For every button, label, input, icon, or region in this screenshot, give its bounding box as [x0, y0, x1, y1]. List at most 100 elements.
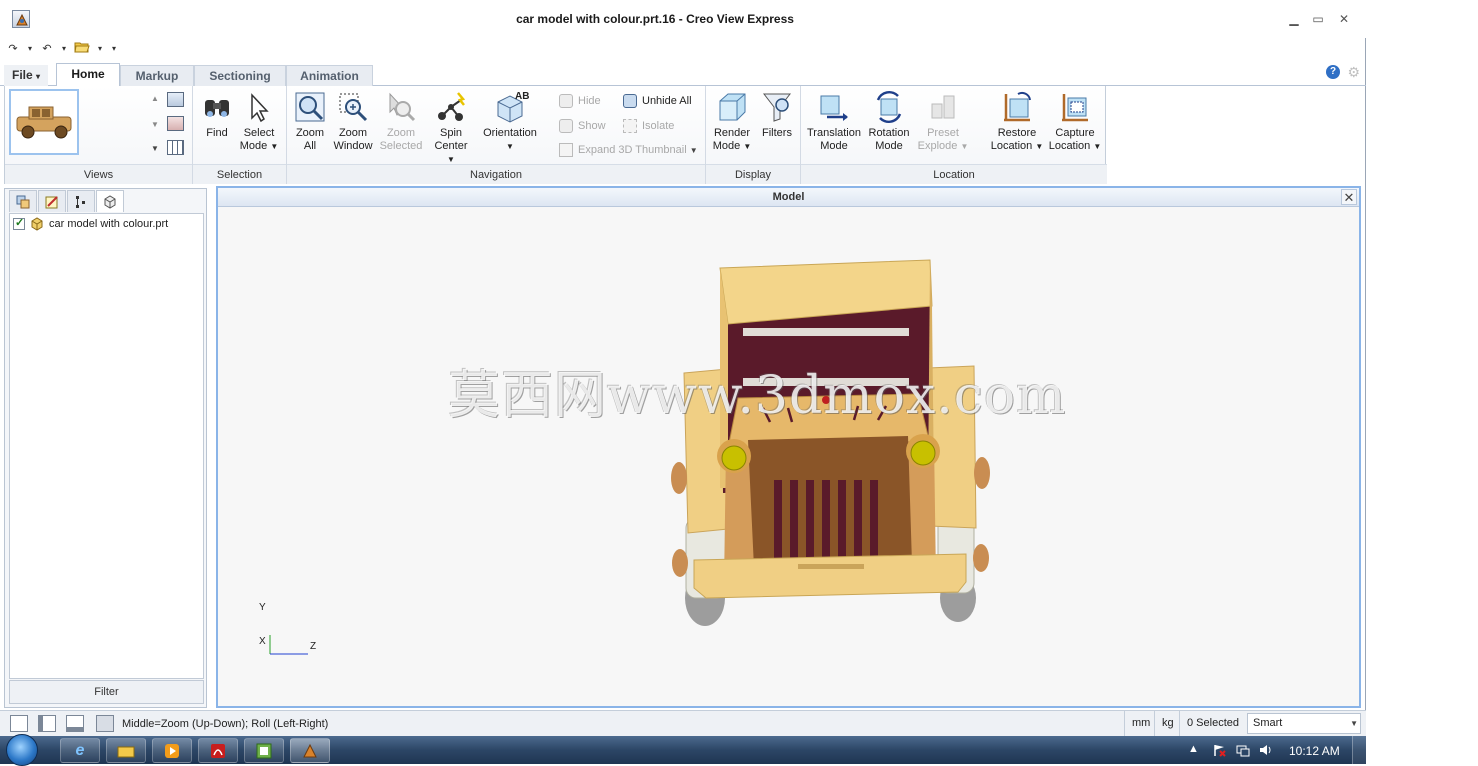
axis-label-y: Y [259, 602, 266, 613]
thumbnail-icon [559, 143, 573, 158]
group-navigation: Zoom All Zoom Window Zoom Selected Spin Cent… [287, 86, 706, 184]
preset-explode-icon [931, 95, 955, 119]
group-views: ▲ ▼ ▼ Views [5, 86, 193, 184]
view-list-icon[interactable] [167, 92, 184, 107]
minimize-button[interactable]: ▁ [1285, 11, 1303, 27]
tab-hierarchy-icon[interactable] [67, 190, 95, 212]
unhide-all-button[interactable]: Unhide All [623, 94, 692, 109]
restore-location-button[interactable]: Restore Location ▼ [987, 90, 1047, 153]
undo-dropdown-icon[interactable]: ▾ [60, 44, 68, 53]
windows-taskbar: e ▲ 10:12 AM [0, 734, 1366, 766]
layout-fullscreen-icon[interactable] [96, 715, 114, 732]
views-scroll-up-icon[interactable]: ▲ [151, 94, 159, 103]
tab-markup[interactable]: Markup [120, 65, 194, 86]
orientation-button[interactable]: AB Orientation ▼ [481, 90, 539, 153]
help-icon[interactable]: ? [1326, 65, 1340, 79]
title-bar: car model with colour.prt.16 - Creo View… [0, 0, 1366, 38]
tree-item[interactable]: car model with colour.prt [13, 216, 168, 231]
zoom-selected-button[interactable]: Zoom Selected [379, 90, 423, 153]
capture-location-button[interactable]: Capture Location ▼ [1047, 90, 1103, 153]
app-window: car model with colour.prt.16 - Creo View… [0, 0, 1366, 766]
views-expand-icon[interactable]: ▼ [151, 144, 159, 153]
tab-home[interactable]: Home [56, 63, 120, 86]
start-button[interactable] [6, 734, 38, 766]
tab-animation[interactable]: Animation [286, 65, 373, 86]
filters-button[interactable]: Filters [758, 90, 796, 140]
taskbar-media-player-icon[interactable] [152, 738, 192, 763]
layout-single-icon[interactable] [10, 715, 28, 732]
hide-button[interactable]: Hide [559, 94, 601, 109]
tray-action-center-icon[interactable] [1212, 743, 1226, 760]
isolate-button[interactable]: Isolate [623, 119, 674, 134]
car-3d-model[interactable] [218, 208, 1359, 706]
tray-expand-icon[interactable]: ▲ [1188, 743, 1199, 755]
viewport-close-button[interactable]: ✕ [1341, 189, 1357, 205]
taskbar-creo-view-icon[interactable] [290, 738, 330, 763]
views-scroll-down-icon[interactable]: ▼ [151, 120, 159, 129]
layout-bottom-panel-icon[interactable] [66, 715, 84, 732]
zoom-all-icon [295, 92, 325, 122]
rotation-mode-icon [876, 90, 902, 124]
taskbar-app-icon[interactable] [244, 738, 284, 763]
unit-length: mm [1124, 711, 1154, 736]
tray-network-icon[interactable] [1236, 743, 1250, 760]
group-location: Translation Mode Rotation Mode Preset Explo… [801, 86, 1107, 184]
preset-explode-button[interactable]: Preset Explode ▼ [915, 90, 971, 153]
view-thumbnail[interactable] [9, 89, 79, 155]
find-label: Find [206, 127, 228, 139]
taskbar-explorer-icon[interactable] [106, 738, 146, 763]
view-grid-icon[interactable] [167, 140, 184, 155]
taskbar-ie-icon[interactable]: e [60, 738, 100, 763]
rotation-mode-button[interactable]: Rotation Mode [865, 90, 913, 153]
ribbon-tabs: File ▾ Home Markup Sectioning Animation … [0, 62, 1366, 86]
spin-center-button[interactable]: Spin Center ▼ [431, 90, 471, 166]
open-folder-icon[interactable] [74, 40, 90, 57]
model-viewport[interactable]: Model ✕ 莫西网www.3dmox.com Y X Z [216, 186, 1361, 708]
tab-file[interactable]: File ▾ [4, 65, 48, 86]
chevron-down-icon: ▼ [743, 142, 752, 151]
show-icon [559, 119, 573, 134]
maximize-button[interactable]: ▭ [1309, 11, 1327, 27]
hide-icon [559, 94, 573, 109]
group-label-location: Location [801, 164, 1107, 184]
tree-item-checkbox[interactable] [13, 216, 25, 230]
axis-label-x: X [259, 636, 266, 647]
show-button[interactable]: Show [559, 119, 606, 134]
open-dropdown-icon[interactable]: ▾ [96, 44, 104, 53]
redo-icon[interactable]: ↷ [6, 42, 20, 55]
zoom-all-button[interactable]: Zoom All [291, 90, 329, 153]
structure-panel: car model with colour.prt Filter [4, 188, 207, 708]
tab-markup-icon[interactable] [38, 190, 66, 212]
binoculars-icon [205, 100, 229, 117]
render-mode-button[interactable]: Render Mode ▼ [710, 90, 754, 153]
group-selection: Find Select Mode ▼ Selection [193, 86, 287, 184]
customize-toolbar-icon[interactable]: ▾ [110, 44, 118, 53]
quick-access-toolbar: ↷ ▾ ↶ ▾ ▾ ▾ [6, 39, 118, 57]
taskbar-acrobat-icon[interactable] [198, 738, 238, 763]
chevron-down-icon: ▼ [1093, 142, 1102, 151]
select-mode-button[interactable]: Select Mode ▼ [239, 90, 279, 153]
layout-left-panel-icon[interactable] [38, 715, 56, 732]
find-button[interactable]: Find [199, 90, 235, 140]
settings-gear-icon[interactable]: ⚙ [1347, 64, 1360, 81]
tab-structure-icon[interactable] [9, 190, 37, 212]
tab-sectioning[interactable]: Sectioning [194, 65, 286, 86]
redo-dropdown-icon[interactable]: ▾ [26, 44, 34, 53]
taskbar-clock[interactable]: 10:12 AM [1289, 744, 1340, 758]
expand-3d-thumbnail-button[interactable]: Expand 3D Thumbnail ▼ [559, 143, 698, 158]
viewport-title: Model [218, 188, 1359, 207]
zoom-window-button[interactable]: Zoom Window [333, 90, 373, 153]
chevron-down-icon: ▼ [689, 146, 698, 155]
selection-filter-dropdown[interactable]: Smart ▼ [1247, 713, 1361, 734]
chevron-down-icon: ▼ [1035, 142, 1044, 151]
tray-volume-icon[interactable] [1258, 743, 1272, 760]
chevron-down-icon: ▾ [36, 72, 41, 81]
show-desktop-button[interactable] [1352, 736, 1366, 764]
undo-icon[interactable]: ↶ [40, 42, 54, 55]
translation-mode-button[interactable]: Translation Mode [805, 90, 863, 153]
close-window-button[interactable]: ✕ [1335, 11, 1353, 27]
view-add-icon[interactable] [167, 116, 184, 131]
tab-parts-cube-icon[interactable] [96, 190, 124, 212]
car-thumbnail-icon [16, 106, 72, 139]
filter-bar[interactable]: Filter [9, 680, 204, 704]
